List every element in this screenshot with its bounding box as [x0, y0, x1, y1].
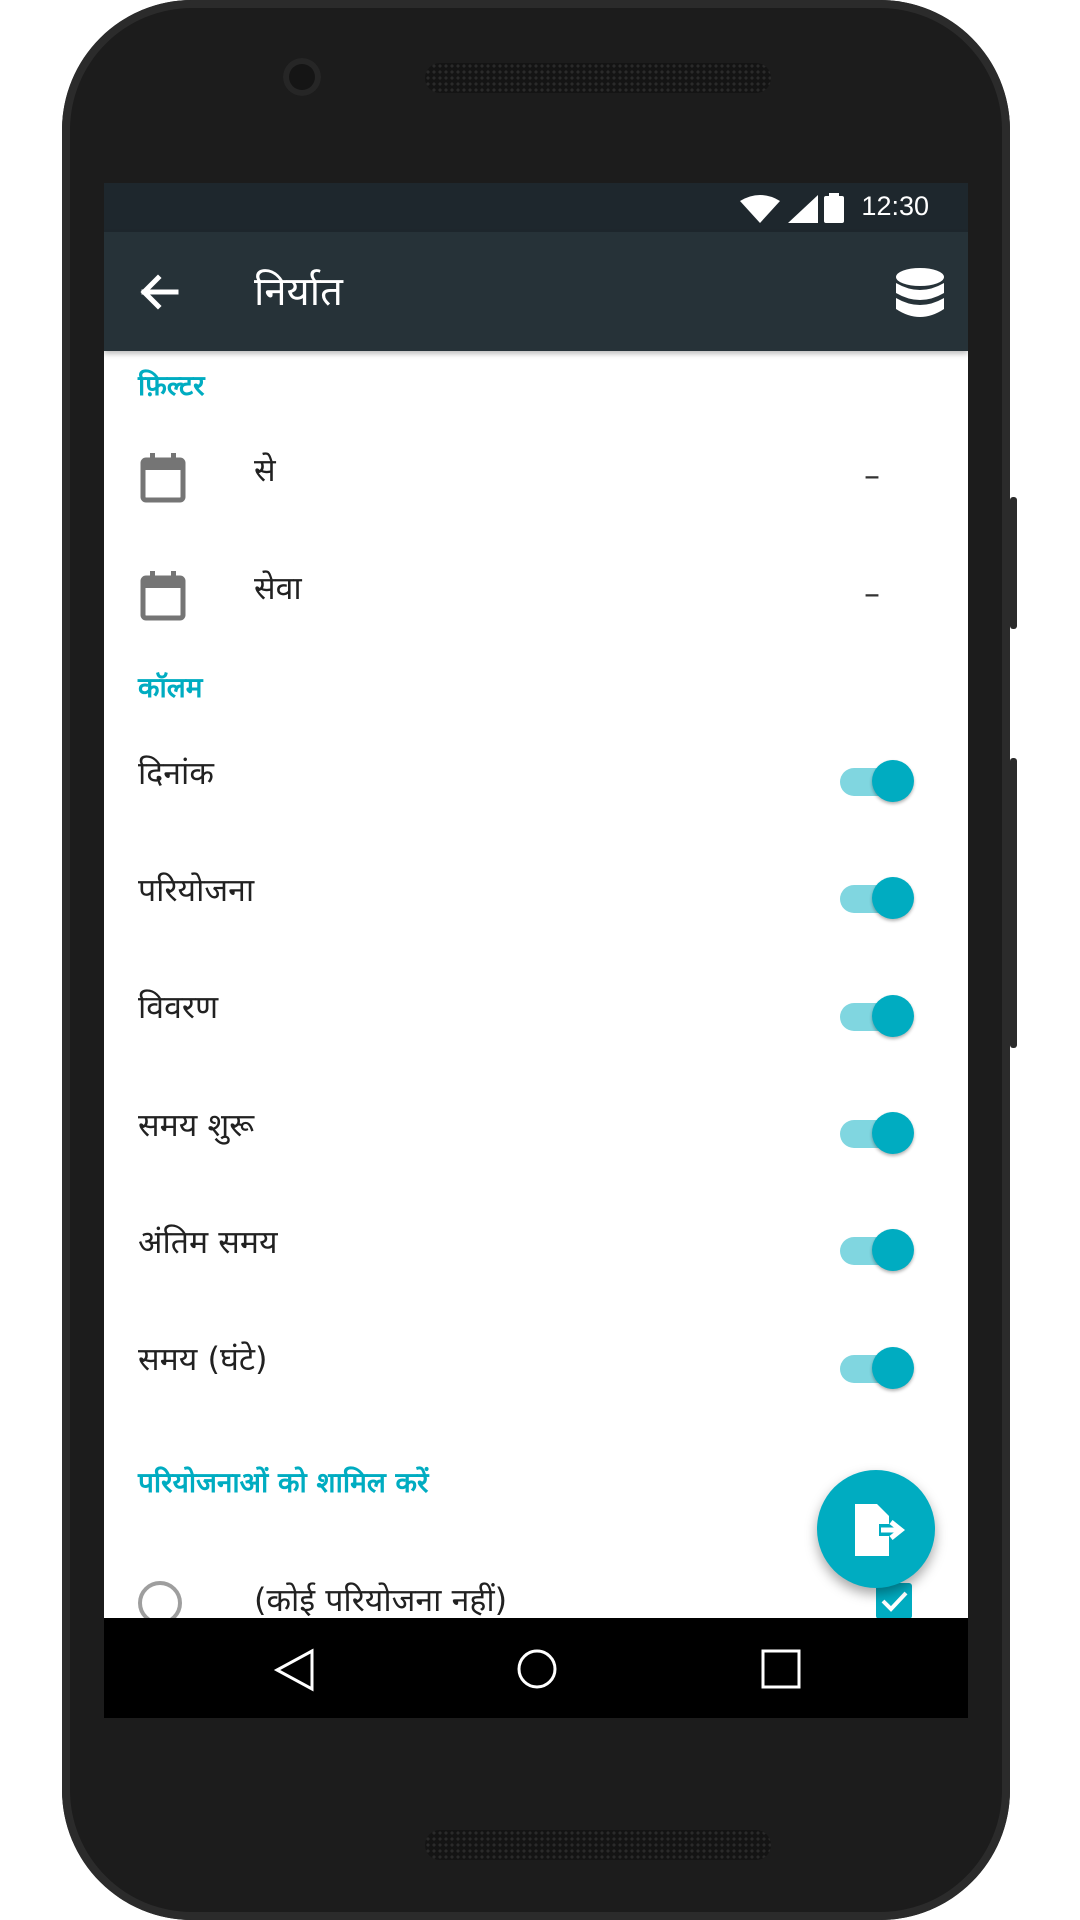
wifi-icon — [740, 195, 780, 223]
check-icon — [881, 1591, 908, 1612]
column-label: समय (घंटे) — [138, 1340, 268, 1378]
project-checkbox[interactable] — [876, 1583, 912, 1619]
column-end-time-toggle[interactable] — [836, 1225, 916, 1271]
column-label: अंतिम समय — [138, 1223, 278, 1261]
status-bar: 12:30 — [104, 183, 968, 232]
top-speaker — [425, 63, 771, 93]
project-label: (कोई परियोजना नहीं) — [254, 1581, 508, 1619]
status-time: 12:30 — [861, 191, 929, 221]
filter-section-header: फ़िल्टर — [138, 369, 205, 402]
column-description-toggle[interactable] — [836, 991, 916, 1037]
nav-recents-icon[interactable] — [760, 1648, 802, 1690]
calendar-icon — [140, 453, 186, 503]
column-duration-toggle[interactable] — [836, 1343, 916, 1389]
column-project-toggle[interactable] — [836, 873, 916, 919]
page-title: निर्यात — [254, 269, 343, 315]
nav-back-icon[interactable] — [272, 1648, 318, 1692]
signal-icon — [788, 195, 818, 223]
system-nav-bar — [104, 1618, 968, 1718]
nav-home-icon[interactable] — [516, 1648, 558, 1690]
export-fab[interactable] — [817, 1470, 935, 1588]
calendar-icon — [140, 571, 186, 621]
power-button — [1010, 758, 1017, 1048]
app-toolbar: निर्यात — [104, 232, 968, 351]
battery-icon — [824, 193, 844, 223]
bottom-speaker — [425, 1830, 771, 1860]
column-label: दिनांक — [138, 754, 214, 792]
projects-section-header: परियोजनाओं को शामिल करें — [138, 1466, 429, 1499]
database-icon[interactable] — [894, 267, 946, 321]
filter-from-label: से — [254, 451, 276, 489]
column-date-toggle[interactable] — [836, 756, 916, 802]
column-label: समय शुरू — [138, 1106, 255, 1144]
front-camera — [283, 58, 321, 96]
filter-from-value: – — [864, 456, 880, 494]
columns-section-header: कॉलम — [138, 671, 203, 704]
filter-service-label: सेवा — [254, 569, 302, 607]
volume-button — [1010, 497, 1017, 629]
arrow-left-icon[interactable] — [136, 269, 182, 315]
filter-service-value: – — [864, 574, 880, 612]
column-label: विवरण — [138, 988, 219, 1026]
column-label: परियोजना — [138, 871, 255, 909]
column-start-time-toggle[interactable] — [836, 1108, 916, 1154]
export-file-icon — [855, 1504, 906, 1556]
